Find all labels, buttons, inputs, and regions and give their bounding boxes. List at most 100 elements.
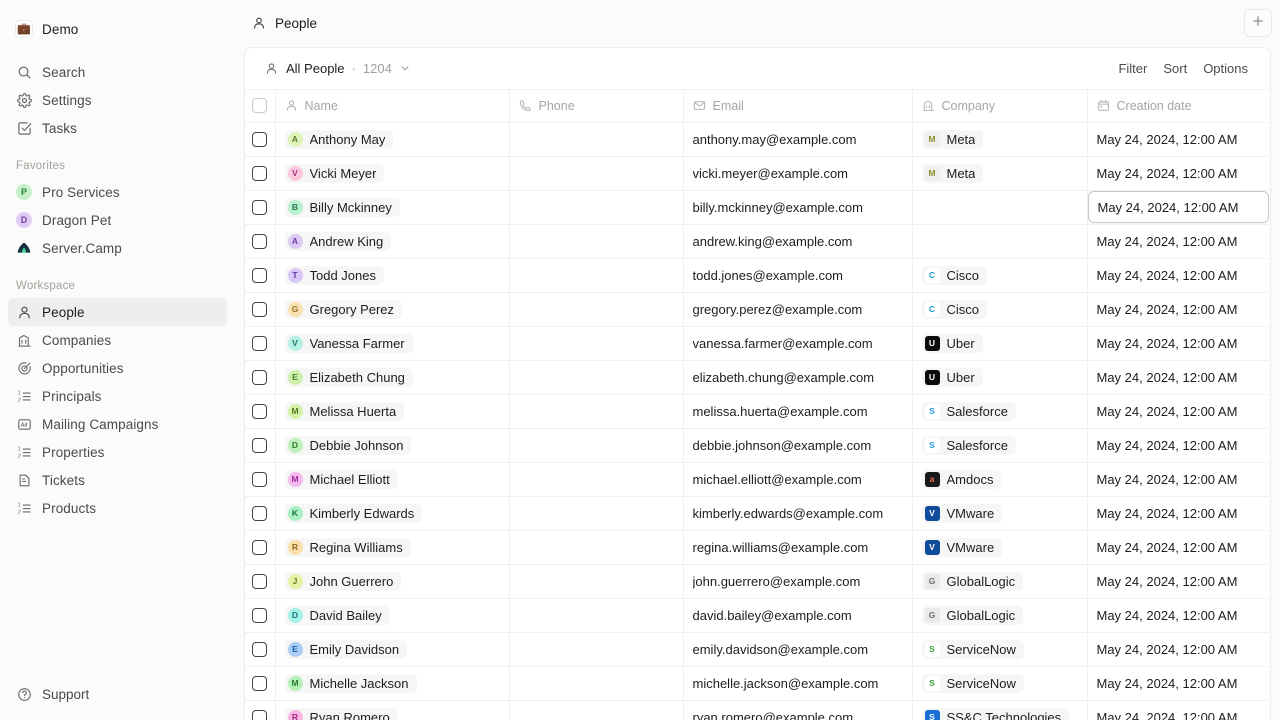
name-cell[interactable]: G Gregory Perez: [275, 292, 510, 327]
support-link[interactable]: Support: [8, 680, 227, 708]
phone-cell[interactable]: [509, 530, 684, 565]
sidebar-item-search[interactable]: Search: [8, 58, 227, 86]
phone-cell[interactable]: [509, 190, 684, 225]
records-table-scroll[interactable]: Name Phone Email Company Creation date A…: [245, 88, 1270, 720]
row-select-cell[interactable]: [245, 700, 276, 720]
company-chip[interactable]: C Cisco: [921, 265, 988, 285]
sort-button[interactable]: Sort: [1155, 57, 1195, 80]
row-select-cell[interactable]: [245, 564, 276, 599]
sidebar-item-principals[interactable]: 12 Principals: [8, 382, 227, 410]
creation-date-cell[interactable]: May 24, 2024, 12:00 AM: [1087, 122, 1269, 157]
creation-date-cell[interactable]: May 24, 2024, 12:00 AM: [1087, 258, 1269, 293]
email-cell[interactable]: regina.williams@example.com: [683, 530, 913, 565]
company-cell[interactable]: M Meta: [912, 122, 1088, 157]
table-row[interactable]: R Ryan Romero ryan.romero@example.com S SS&C…: [245, 700, 1269, 720]
sidebar-item-tasks[interactable]: Tasks: [8, 114, 227, 142]
email-cell[interactable]: anthony.may@example.com: [683, 122, 913, 157]
person-chip[interactable]: M Michael Elliott: [284, 469, 398, 489]
name-cell[interactable]: E Emily Davidson: [275, 632, 510, 667]
table-row[interactable]: J John Guerrero john.guerrero@example.com G…: [245, 564, 1269, 599]
phone-cell[interactable]: [509, 360, 684, 395]
email-cell[interactable]: michelle.jackson@example.com: [683, 666, 913, 701]
sidebar-item-properties[interactable]: 12 Properties: [8, 438, 227, 466]
name-cell[interactable]: M Michael Elliott: [275, 462, 510, 497]
email-cell[interactable]: melissa.huerta@example.com: [683, 394, 913, 429]
name-cell[interactable]: J John Guerrero: [275, 564, 510, 599]
phone-cell[interactable]: [509, 122, 684, 157]
company-cell[interactable]: [912, 224, 1088, 259]
company-chip[interactable]: S SS&C Technologies: [921, 707, 1070, 720]
email-link[interactable]: todd.jones@example.com: [693, 268, 844, 283]
email-cell[interactable]: todd.jones@example.com: [683, 258, 913, 293]
sidebar-item-dragon-pet[interactable]: D Dragon Pet: [8, 206, 227, 234]
creation-date-cell[interactable]: May 24, 2024, 12:00 AM: [1087, 598, 1269, 633]
name-cell[interactable]: A Anthony May: [275, 122, 510, 157]
row-select-cell[interactable]: [245, 394, 276, 429]
row-select-cell[interactable]: [245, 156, 276, 191]
row-select-cell[interactable]: [245, 224, 276, 259]
sidebar-item-companies[interactable]: Companies: [8, 326, 227, 354]
person-chip[interactable]: G Gregory Perez: [284, 299, 403, 319]
sidebar-item-tickets[interactable]: Tickets: [8, 466, 227, 494]
phone-cell[interactable]: [509, 632, 684, 667]
company-chip[interactable]: S ServiceNow: [921, 673, 1024, 693]
sidebar-item-products[interactable]: 12 Products: [8, 494, 227, 522]
phone-cell[interactable]: [509, 394, 684, 429]
person-chip[interactable]: R Regina Williams: [284, 537, 411, 557]
column-header-email[interactable]: Email: [683, 88, 913, 123]
row-select-cell[interactable]: [245, 326, 276, 361]
creation-date-cell[interactable]: May 24, 2024, 12:00 AM: [1087, 530, 1269, 565]
phone-cell[interactable]: [509, 462, 684, 497]
row-select-cell[interactable]: [245, 496, 276, 531]
row-checkbox[interactable]: [252, 233, 268, 249]
creation-date-cell[interactable]: May 24, 2024, 12:00 AM: [1087, 156, 1269, 191]
row-select-cell[interactable]: [245, 632, 276, 667]
sidebar-item-mailing-campaigns[interactable]: Ad Mailing Campaigns: [8, 410, 227, 438]
company-chip[interactable]: S ServiceNow: [921, 639, 1024, 659]
email-cell[interactable]: vanessa.farmer@example.com: [683, 326, 913, 361]
row-checkbox[interactable]: [252, 573, 268, 589]
creation-date-cell[interactable]: May 24, 2024, 12:00 AM: [1087, 666, 1269, 701]
creation-date-cell[interactable]: May 24, 2024, 12:00 AM: [1087, 224, 1269, 259]
row-select-cell[interactable]: [245, 666, 276, 701]
row-checkbox[interactable]: [252, 131, 268, 147]
person-chip[interactable]: R Ryan Romero: [284, 707, 398, 720]
email-link[interactable]: michael.elliott@example.com: [693, 472, 862, 487]
phone-cell[interactable]: [509, 428, 684, 463]
person-chip[interactable]: M Melissa Huerta: [284, 401, 405, 421]
row-select-cell[interactable]: [245, 258, 276, 293]
row-checkbox[interactable]: [252, 301, 268, 317]
company-cell[interactable]: G GlobalLogic: [912, 564, 1088, 599]
person-chip[interactable]: K Kimberly Edwards: [284, 503, 423, 523]
person-chip[interactable]: A Anthony May: [284, 129, 394, 149]
person-chip[interactable]: T Todd Jones: [284, 265, 384, 285]
company-cell[interactable]: U Uber: [912, 326, 1088, 361]
view-selector[interactable]: All People · 1204: [257, 57, 418, 80]
phone-cell[interactable]: [509, 700, 684, 720]
name-cell[interactable]: E Elizabeth Chung: [275, 360, 510, 395]
company-cell[interactable]: S Salesforce: [912, 394, 1088, 429]
email-cell[interactable]: elizabeth.chung@example.com: [683, 360, 913, 395]
company-chip[interactable]: U Uber: [921, 333, 983, 353]
row-checkbox[interactable]: [252, 675, 268, 691]
sidebar-item-settings[interactable]: Settings: [8, 86, 227, 114]
creation-date-cell[interactable]: May 24, 2024, 12:00 AM: [1087, 190, 1269, 225]
table-row[interactable]: E Emily Davidson emily.davidson@example.co…: [245, 632, 1269, 667]
email-link[interactable]: billy.mckinney@example.com: [693, 200, 863, 215]
row-checkbox[interactable]: [252, 505, 268, 521]
person-chip[interactable]: M Michelle Jackson: [284, 673, 417, 693]
creation-date-cell[interactable]: May 24, 2024, 12:00 AM: [1087, 632, 1269, 667]
email-cell[interactable]: billy.mckinney@example.com: [683, 190, 913, 225]
column-header-creation-date[interactable]: Creation date: [1087, 88, 1269, 123]
row-checkbox[interactable]: [252, 403, 268, 419]
phone-cell[interactable]: [509, 564, 684, 599]
email-link[interactable]: john.guerrero@example.com: [693, 574, 861, 589]
column-header-name[interactable]: Name: [275, 88, 510, 123]
sidebar-item-opportunities[interactable]: Opportunities: [8, 354, 227, 382]
select-all-checkbox[interactable]: [252, 98, 268, 114]
options-button[interactable]: Options: [1195, 57, 1256, 80]
filter-button[interactable]: Filter: [1110, 57, 1155, 80]
company-chip[interactable]: M Meta: [921, 129, 984, 149]
column-header-company[interactable]: Company: [912, 88, 1088, 123]
name-cell[interactable]: D David Bailey: [275, 598, 510, 633]
